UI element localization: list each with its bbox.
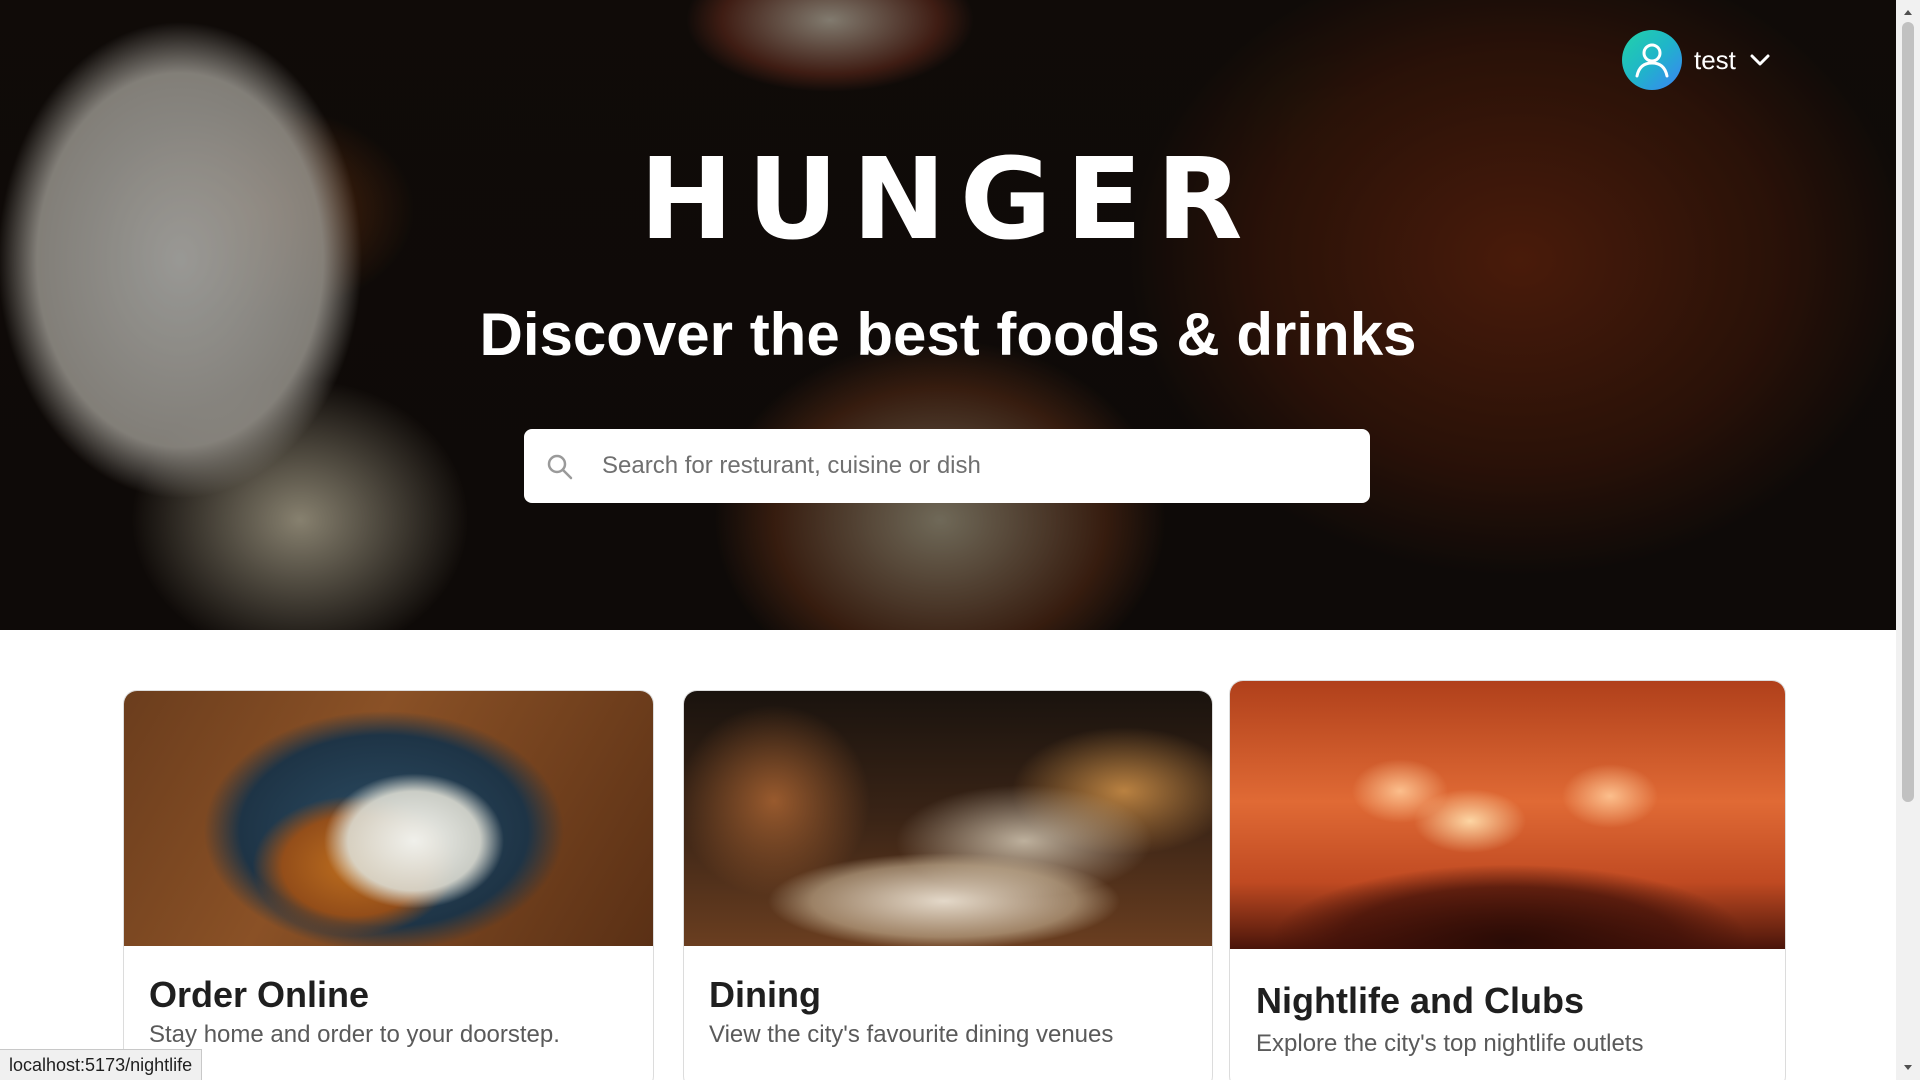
brand-logo: HUNGER (639, 135, 1257, 265)
user-name[interactable]: test (1694, 45, 1736, 76)
card-title: Dining (709, 974, 821, 1015)
search-bar[interactable] (524, 429, 1370, 503)
chevron-down-icon[interactable] (1748, 48, 1772, 72)
user-avatar-icon[interactable] (1622, 30, 1682, 90)
card-image-dining (684, 691, 1212, 946)
search-icon (547, 454, 573, 480)
card-title: Nightlife and Clubs (1256, 980, 1584, 1021)
card-description: Stay home and order to your doorstep. (149, 1021, 560, 1048)
hero-banner: test HUNGER Discover the best foods & dr… (0, 0, 1896, 630)
scroll-thumb[interactable] (1902, 22, 1914, 802)
hero-tagline: Discover the best foods & drinks (479, 301, 1417, 368)
card-nightlife[interactable]: Nightlife and Clubs Explore the city's t… (1229, 680, 1786, 1080)
user-menu[interactable]: test (1622, 30, 1772, 90)
vertical-scrollbar[interactable] (1896, 0, 1920, 1080)
search-input[interactable] (524, 429, 1370, 503)
card-description: Explore the city's top nightlife outlets (1256, 1030, 1644, 1057)
scroll-down-arrow-icon[interactable] (1896, 1058, 1920, 1078)
card-image-nightlife (1230, 681, 1785, 949)
page: test HUNGER Discover the best foods & dr… (0, 0, 1920, 1080)
card-image-order-online (124, 691, 653, 946)
card-dining[interactable]: Dining View the city's favourite dining … (683, 690, 1213, 1080)
card-description: View the city's favourite dining venues (709, 1021, 1114, 1048)
card-order-online[interactable]: Order Online Stay home and order to your… (123, 690, 654, 1080)
card-title: Order Online (149, 974, 370, 1015)
scroll-up-arrow-icon[interactable] (1896, 2, 1920, 22)
status-bar-url: localhost:5173/nightlife (0, 1049, 203, 1080)
